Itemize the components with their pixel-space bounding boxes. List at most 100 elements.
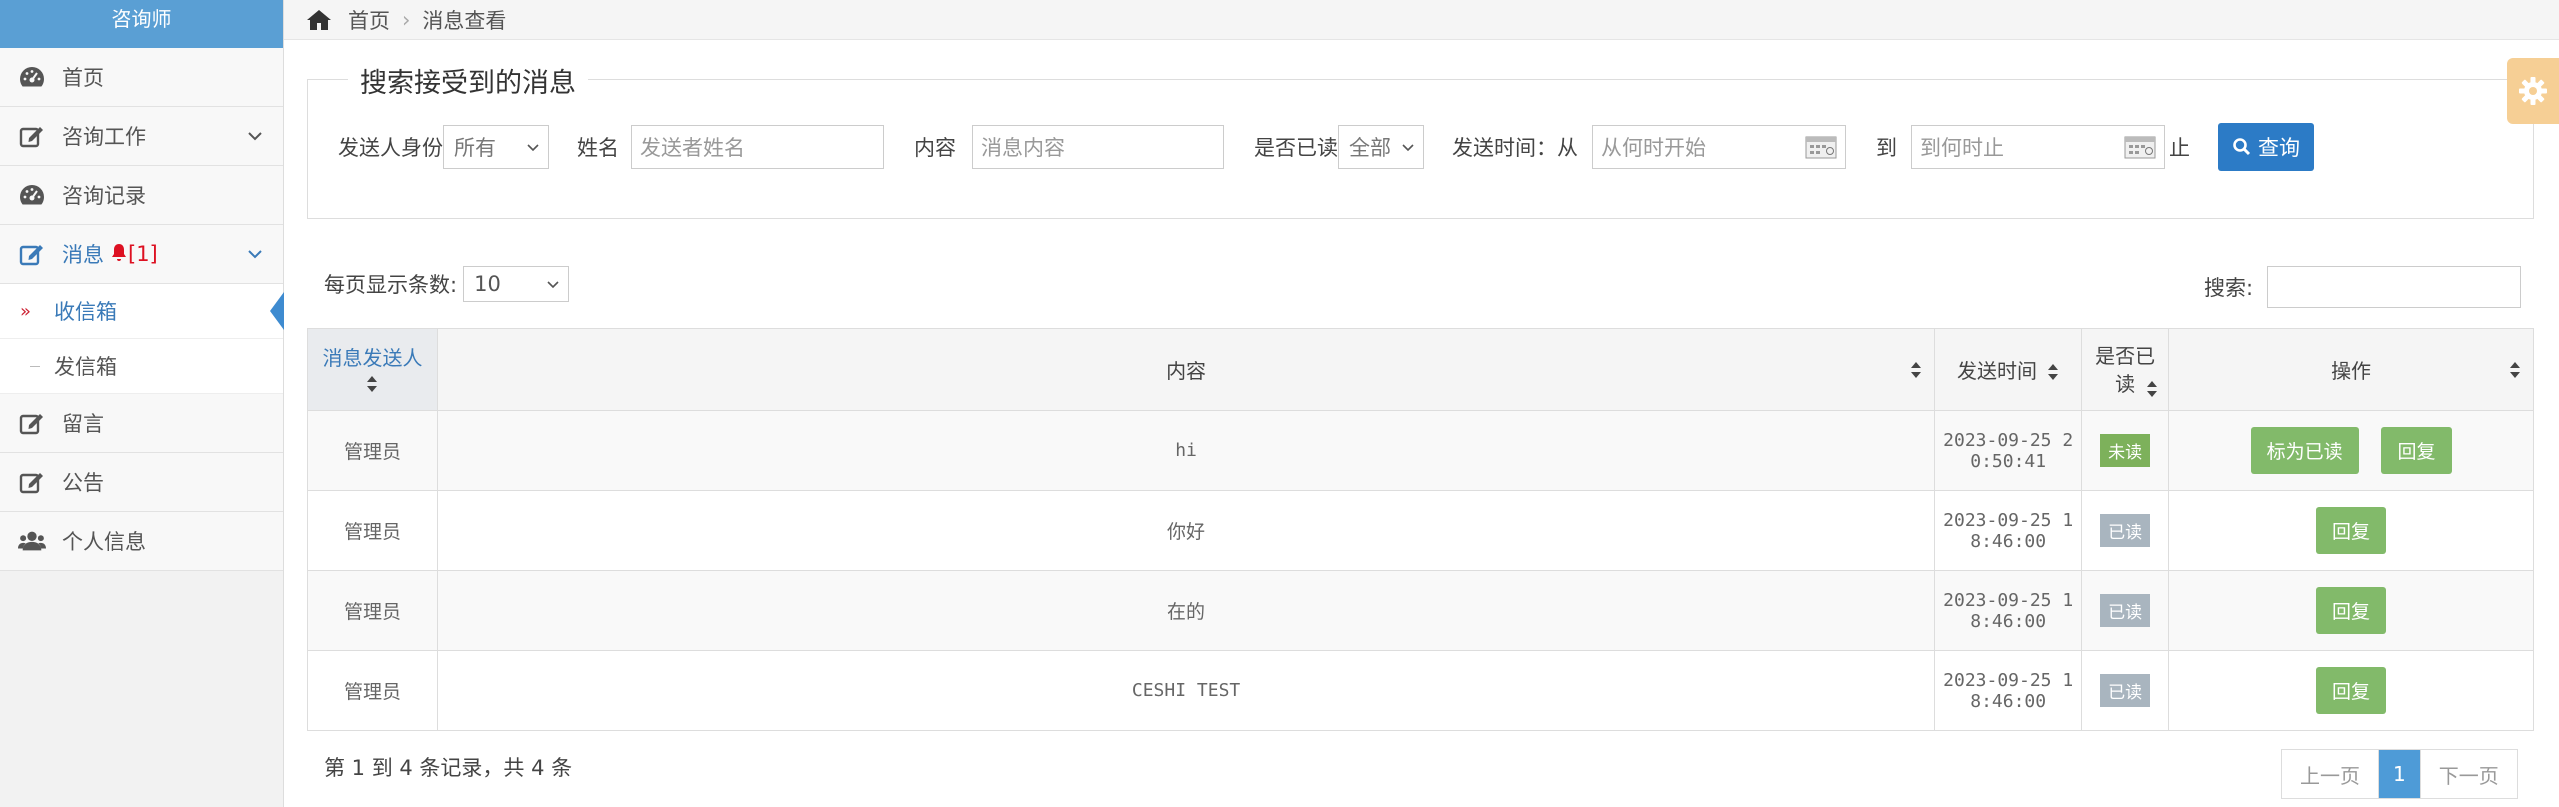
page-length-value: 10 — [474, 272, 501, 296]
next-page-button[interactable]: 下一页 — [2421, 750, 2517, 798]
table-header-row: 消息发送人 内容 发送时间 是否已读 操作 — [307, 328, 2534, 411]
actions-cell: 回复 — [2168, 650, 2534, 731]
time-cell: 2023-09-25 2 0:50:41 — [1934, 410, 2083, 491]
status-cell: 已读 — [2081, 650, 2170, 731]
edit-icon — [18, 409, 46, 437]
search-panel-title: 搜索接受到的消息 — [348, 61, 588, 100]
sidebar-item-announcements[interactable]: 公告 — [0, 453, 283, 512]
column-header-read-status[interactable]: 是否已读 — [2081, 328, 2170, 411]
content-input[interactable]: 消息内容 — [972, 125, 1224, 169]
breadcrumb-separator: › — [402, 7, 411, 32]
content-cell: 你好 — [436, 490, 1936, 571]
home-icon[interactable] — [306, 9, 332, 31]
gear-icon — [2519, 77, 2547, 105]
reply-button[interactable]: 回复 — [2316, 587, 2387, 634]
chevron-down-icon — [248, 250, 262, 259]
mark-read-button[interactable]: 标为已读 — [2250, 427, 2359, 474]
column-header-time[interactable]: 发送时间 — [1934, 328, 2083, 411]
content-label: 内容 — [914, 136, 956, 160]
column-header-label: 消息发送人 — [322, 345, 423, 370]
time-line: 8:46:00 — [1970, 610, 2047, 632]
actions-cell: 标为已读 回复 — [2168, 410, 2534, 491]
status-cell: 已读 — [2081, 570, 2170, 651]
tree-dash — [30, 366, 40, 367]
sidebar-item-consult-records[interactable]: 咨询记录 — [0, 166, 283, 225]
time-cell: 2023-09-25 1 8:46:00 — [1934, 650, 2083, 731]
edit-icon — [18, 240, 46, 268]
sender-name-placeholder: 发送者姓名 — [640, 136, 745, 160]
main-content: 首页 › 消息查看 搜索接受到的消息 发送人身份 所有 姓名 发送者姓名 内容 … — [284, 0, 2559, 807]
column-header-content[interactable]: 内容 — [436, 328, 1936, 411]
search-icon — [2233, 138, 2251, 156]
date-from-placeholder: 从何时开始 — [1601, 136, 1706, 160]
active-pointer — [270, 292, 284, 330]
page-button-current[interactable]: 1 — [2379, 750, 2421, 798]
table-search-input[interactable] — [2267, 266, 2522, 308]
sidebar-subitem-inbox[interactable]: » 收信箱 — [0, 284, 284, 339]
sidebar-item-guestbook[interactable]: 留言 — [0, 394, 283, 453]
filter-row: 发送人身份 所有 姓名 发送者姓名 内容 消息内容 是否已读 全部 发送时间：从… — [338, 123, 2533, 171]
column-header-label: 操作 — [2331, 359, 2372, 383]
time-cell: 2023-09-25 1 8:46:00 — [1934, 570, 2083, 651]
date-from-input[interactable]: 从何时开始 — [1592, 125, 1846, 169]
time-line: 2023-09-25 1 — [1943, 669, 2074, 691]
table-search-label: 搜索: — [2204, 276, 2254, 300]
reply-button[interactable]: 回复 — [2316, 667, 2387, 714]
read-status-value: 全部 — [1349, 136, 1391, 160]
content-cell: CESHI TEST — [436, 650, 1936, 731]
time-line: 2023-09-25 2 — [1943, 429, 2074, 451]
sender-name-input[interactable]: 发送者姓名 — [631, 125, 884, 169]
sender-role-select[interactable]: 所有 — [443, 125, 549, 169]
column-header-actions[interactable]: 操作 — [2168, 328, 2534, 411]
sidebar-item-home[interactable]: 首页 — [0, 48, 283, 107]
status-badge: 已读 — [2100, 514, 2151, 547]
actions-cell: 回复 — [2168, 570, 2534, 651]
content-cell: hi — [436, 410, 1936, 491]
chevron-down-icon — [1402, 144, 1414, 152]
read-status-select[interactable]: 全部 — [1338, 125, 1424, 169]
read-status-label: 是否已读 — [1254, 136, 1338, 160]
messages-table: 消息发送人 内容 发送时间 是否已读 操作 管理员 hi 2023-09-25 … — [307, 328, 2534, 731]
column-header-label: 内容 — [1166, 359, 1207, 383]
breadcrumb-home[interactable]: 首页 — [348, 5, 390, 35]
sidebar-item-label: 首页 — [62, 66, 104, 90]
status-badge: 未读 — [2100, 434, 2151, 467]
query-button[interactable]: 查询 — [2218, 123, 2314, 171]
sidebar-subitem-outbox[interactable]: 发信箱 — [0, 339, 283, 394]
time-line: 8:46:00 — [1970, 530, 2047, 552]
sort-asc-icon — [367, 375, 378, 392]
date-end-label: 止 — [2169, 136, 2190, 160]
sidebar-item-profile[interactable]: 个人信息 — [0, 512, 283, 571]
prev-page-button[interactable]: 上一页 — [2282, 750, 2379, 798]
sort-icon — [2510, 361, 2520, 378]
calendar-icon[interactable] — [1805, 135, 1837, 159]
sidebar-item-label: 消息 — [62, 243, 104, 267]
sender-cell: 管理员 — [307, 490, 438, 571]
name-label: 姓名 — [577, 136, 619, 160]
sidebar-item-messages[interactable]: 消息 [1] — [0, 225, 283, 284]
sidebar-item-label: 咨询工作 — [62, 125, 146, 149]
page-length-select[interactable]: 10 — [463, 266, 570, 302]
dashboard-icon — [18, 181, 46, 209]
table-search-control: 搜索: — [2204, 266, 2522, 308]
settings-toggle[interactable] — [2507, 58, 2559, 124]
calendar-icon[interactable] — [2124, 135, 2156, 159]
table-row: 管理员 你好 2023-09-25 1 8:46:00 已读 回复 — [307, 490, 2534, 571]
time-line: 0:50:41 — [1970, 450, 2047, 472]
reply-button[interactable]: 回复 — [2381, 427, 2452, 474]
sidebar-item-consult-work[interactable]: 咨询工作 — [0, 107, 283, 166]
date-to-placeholder: 到何时止 — [1920, 136, 2004, 160]
chevron-down-icon — [248, 132, 262, 141]
date-to-input[interactable]: 到何时止 — [1911, 125, 2165, 169]
sender-cell: 管理员 — [307, 650, 438, 731]
sender-cell: 管理员 — [307, 570, 438, 651]
date-to-label: 到 — [1876, 136, 1897, 160]
unread-badge: [1] — [110, 242, 158, 266]
reply-button[interactable]: 回复 — [2316, 507, 2387, 554]
column-header-sender[interactable]: 消息发送人 — [307, 328, 438, 411]
query-button-label: 查询 — [2258, 136, 2300, 160]
dashboard-icon — [18, 63, 46, 91]
time-line: 8:46:00 — [1970, 690, 2047, 712]
sort-icon — [2147, 381, 2158, 397]
status-cell: 未读 — [2081, 410, 2170, 491]
